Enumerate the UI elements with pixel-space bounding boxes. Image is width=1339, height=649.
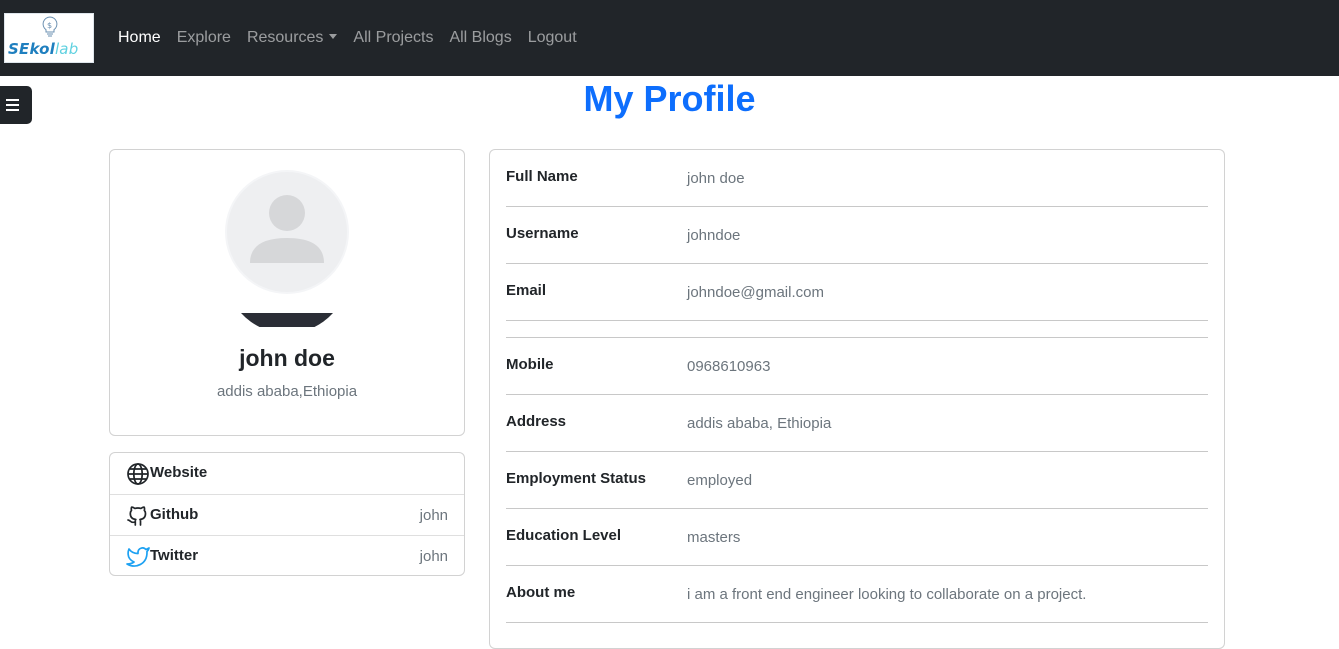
detail-value: 0968610963 — [687, 358, 771, 375]
divider — [506, 206, 1208, 207]
page-title: My Profile — [583, 78, 756, 119]
lightbulb-icon: $ — [42, 16, 58, 37]
detail-value: john doe — [687, 170, 745, 187]
divider — [506, 565, 1208, 566]
nav-all-projects[interactable]: All Projects — [345, 29, 441, 47]
divider — [506, 263, 1208, 264]
nav-links: Home Explore Resources All Projects All … — [110, 0, 585, 76]
nav-logout[interactable]: Logout — [520, 29, 585, 47]
twitter-icon — [126, 547, 150, 567]
profile-name: john doe — [239, 345, 335, 371]
social-value: john — [419, 507, 448, 524]
profile-card: john doe addis ababa,Ethiopia — [109, 149, 465, 436]
detail-label: Education Level — [506, 527, 622, 544]
brand-text: SEkollab — [8, 40, 79, 58]
social-links-list: Website Github john Twitter john — [109, 452, 465, 576]
social-label: Github — [150, 506, 199, 523]
detail-label: Email — [506, 282, 547, 299]
profile-location: addis ababa,Ethiopia — [216, 383, 358, 400]
social-label: Twitter — [150, 547, 199, 564]
profile-details-card: Full Name john doe Username johndoe Emai… — [489, 149, 1225, 649]
detail-value: addis ababa, Ethiopia — [687, 415, 832, 432]
nav-resources-label: Resources — [246, 29, 324, 46]
detail-label: Full Name — [506, 168, 578, 185]
globe-icon — [127, 463, 149, 485]
avatar — [225, 170, 349, 327]
divider — [506, 337, 1208, 338]
divider — [506, 622, 1208, 623]
social-item-twitter[interactable]: Twitter john — [110, 535, 464, 576]
divider — [506, 451, 1208, 452]
svg-text:$: $ — [47, 21, 52, 30]
detail-value: johndoe — [687, 227, 741, 244]
social-item-website[interactable]: Website — [110, 453, 464, 494]
nav-all-blogs[interactable]: All Blogs — [441, 29, 519, 47]
nav-explore[interactable]: Explore — [169, 29, 239, 47]
navbar: $ SEkollab Home Explore Resources All Pr… — [0, 0, 1339, 76]
social-value: john — [419, 548, 448, 565]
detail-label: About me — [506, 584, 576, 601]
nav-resources-dropdown[interactable]: Resources — [239, 29, 345, 47]
divider — [506, 320, 1208, 321]
divider — [506, 508, 1208, 509]
detail-label: Address — [506, 413, 567, 430]
social-label: Website — [150, 464, 208, 481]
detail-label: Username — [506, 225, 579, 242]
detail-label: Employment Status — [506, 470, 647, 487]
nav-home[interactable]: Home — [110, 29, 169, 47]
detail-value: masters — [687, 529, 741, 546]
detail-value: johndoe@gmail.com — [687, 284, 824, 301]
detail-value: employed — [687, 472, 753, 489]
detail-value: i am a front end engineer looking to col… — [687, 586, 1087, 603]
github-icon — [127, 506, 147, 526]
detail-label: Mobile — [506, 356, 554, 373]
divider — [506, 394, 1208, 395]
brand-logo[interactable]: $ SEkollab — [4, 13, 94, 63]
social-item-github[interactable]: Github john — [110, 494, 464, 535]
caret-down-icon — [329, 34, 338, 39]
